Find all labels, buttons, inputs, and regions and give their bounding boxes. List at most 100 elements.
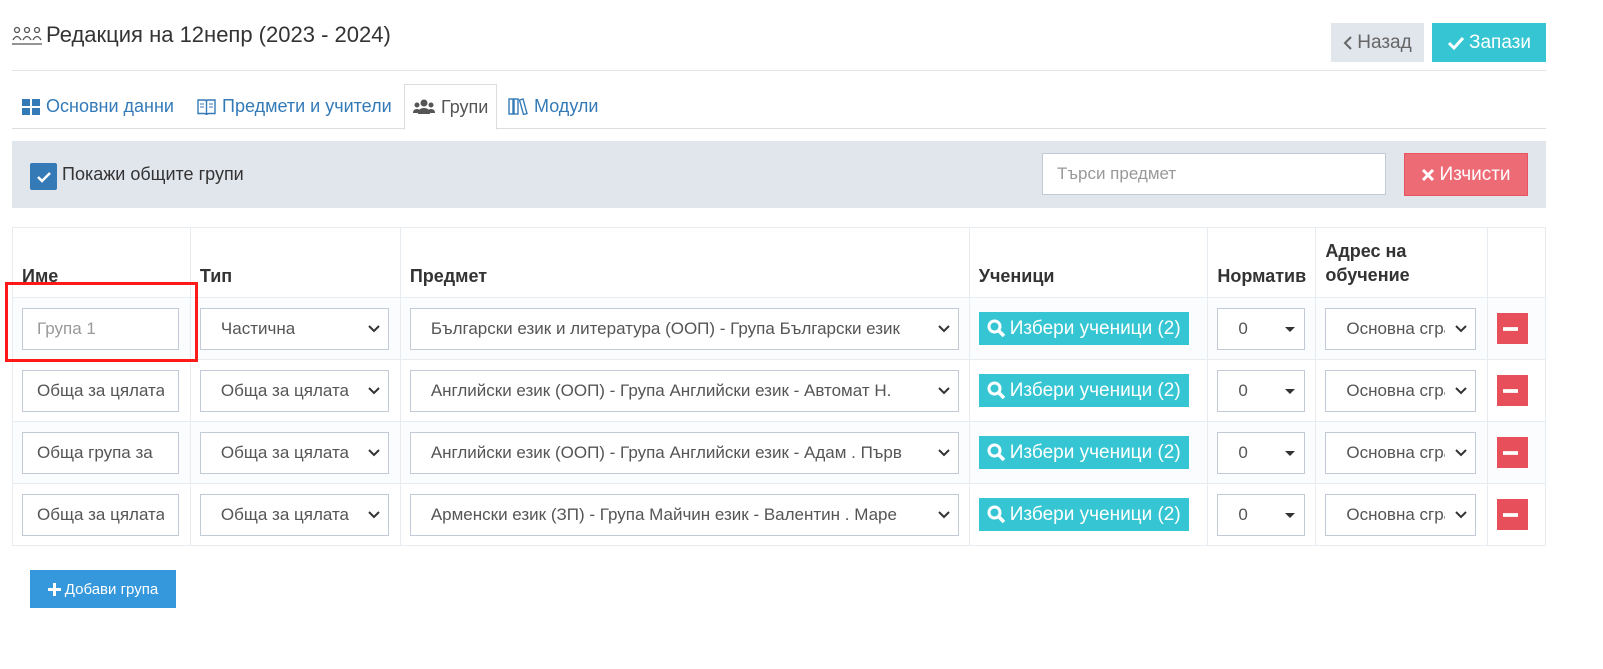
caret-down-icon [1285, 388, 1296, 394]
remove-group-button[interactable] [1497, 499, 1529, 530]
norm-select[interactable]: 0 [1217, 431, 1306, 474]
select-students-button[interactable]: Избери ученици (2) [978, 436, 1189, 469]
selected-value: Английски език (ООП) - Група Английски е… [430, 442, 902, 462]
selected-value: Арменски език (ЗП) - Група Майчин език -… [430, 504, 897, 524]
chevron-down-icon [938, 324, 950, 332]
header-address: Адрес на обучение [1315, 227, 1489, 298]
grid-icon [22, 98, 40, 115]
group-type-select[interactable]: Частична [199, 307, 389, 350]
group-name-input[interactable] [22, 307, 179, 350]
search-icon [987, 319, 1006, 338]
selected-value: 0 [1238, 318, 1248, 338]
chevron-left-icon [1343, 35, 1352, 50]
select-students-button[interactable]: Избери ученици (2) [978, 374, 1189, 407]
header-name: Име [12, 227, 191, 298]
back-button-label: Назад [1357, 31, 1412, 53]
header-norm: Норматив [1207, 227, 1317, 298]
table-row: Обща за цялата Арменски език (ЗП) - Груп… [12, 483, 1546, 546]
selected-value: Основна сграда [1346, 442, 1445, 462]
address-select[interactable]: Основна сграда [1325, 431, 1477, 474]
chevron-down-icon [1455, 324, 1468, 332]
remove-group-button[interactable] [1497, 313, 1529, 344]
minus-icon [1503, 450, 1519, 455]
norm-select[interactable]: 0 [1217, 369, 1306, 412]
group-type-select[interactable]: Обща за цялата [199, 493, 389, 536]
tab-label: Модули [534, 96, 599, 116]
header-actions [1487, 227, 1546, 298]
group-name-input[interactable] [22, 493, 179, 536]
groups-table: Име Тип Предмет Ученици Норматив Адрес н… [12, 227, 1546, 546]
group-type-select[interactable]: Обща за цялата [199, 369, 389, 412]
group-type-select[interactable]: Обща за цялата [199, 431, 389, 474]
header-students: Ученици [968, 227, 1209, 298]
add-group-button[interactable]: Добави група [30, 570, 176, 608]
selected-value: 0 [1238, 442, 1248, 462]
table-row: Частична Български език и литература (ОО… [12, 297, 1546, 360]
back-button[interactable]: Назад [1331, 23, 1424, 62]
search-icon [987, 443, 1006, 462]
selected-value: Основна сграда [1346, 318, 1445, 338]
minus-icon [1503, 388, 1519, 393]
add-group-label: Добави група [64, 580, 159, 598]
filter-bar: Покажи общите групи Изчисти [12, 141, 1546, 208]
tab-bar: Основни данни Предмети и учители Групи М… [12, 84, 1546, 130]
tab-modules[interactable]: Модули [500, 84, 606, 129]
select-students-button[interactable]: Избери ученици (2) [978, 312, 1189, 345]
tab-subjects-teachers[interactable]: Предмети и учители [189, 84, 400, 129]
chevron-down-icon [938, 448, 950, 456]
subject-select[interactable]: Арменски език (ЗП) - Група Майчин език -… [409, 493, 959, 536]
search-icon [987, 505, 1006, 524]
chevron-down-icon [1455, 510, 1468, 518]
selected-value: Обща за цялата [220, 504, 349, 524]
show-common-groups-checkbox[interactable] [30, 163, 57, 190]
show-common-groups-label[interactable]: Покажи общите групи [62, 164, 244, 185]
books-icon [508, 98, 528, 115]
norm-select[interactable]: 0 [1217, 493, 1306, 536]
subject-select[interactable]: Английски език (ООП) - Група Английски е… [409, 431, 959, 474]
remove-group-button[interactable] [1497, 375, 1529, 406]
close-icon [1422, 168, 1435, 181]
save-button[interactable]: Запази [1432, 23, 1546, 62]
remove-group-button[interactable] [1497, 437, 1529, 468]
page-header: Редакция на 12непр (2023 - 2024) [12, 22, 391, 48]
chevron-down-icon [368, 324, 380, 332]
address-select[interactable]: Основна сграда [1325, 307, 1477, 350]
select-students-label: Избери ученици (2) [1009, 379, 1181, 401]
chevron-down-icon [368, 448, 380, 456]
subject-select[interactable]: Английски език (ООП) - Група Английски е… [409, 369, 959, 412]
subject-search-input[interactable] [1042, 153, 1386, 195]
check-icon [36, 171, 51, 183]
chevron-down-icon [368, 510, 380, 518]
tab-label: Основни данни [46, 96, 174, 116]
tab-basic-data[interactable]: Основни данни [14, 84, 182, 129]
selected-value: Обща за цялата [220, 380, 349, 400]
subject-select[interactable]: Български език и литература (ООП) - Груп… [409, 307, 959, 350]
tab-groups[interactable]: Групи [404, 84, 498, 130]
chevron-down-icon [938, 510, 950, 518]
minus-icon [1503, 326, 1519, 331]
book-icon [197, 99, 216, 115]
address-select[interactable]: Основна сграда [1325, 493, 1477, 536]
select-students-label: Избери ученици (2) [1009, 317, 1181, 339]
table-row: Обща за цялата Английски език (ООП) - Гр… [12, 359, 1546, 422]
save-button-label: Запази [1468, 31, 1531, 53]
selected-value: Английски език (ООП) - Група Английски е… [430, 380, 892, 400]
table-row: Обща за цялата Английски език (ООП) - Гр… [12, 421, 1546, 484]
chevron-down-icon [368, 386, 380, 394]
chevron-down-icon [1455, 386, 1468, 394]
group-name-input[interactable] [22, 369, 179, 412]
header-divider [12, 70, 1546, 71]
selected-value: 0 [1238, 504, 1248, 524]
check-icon [1447, 36, 1465, 50]
address-select[interactable]: Основна сграда [1325, 369, 1477, 412]
users-outline-icon [12, 26, 42, 45]
selected-value: Основна сграда [1346, 504, 1445, 524]
select-students-button[interactable]: Избери ученици (2) [978, 498, 1189, 531]
caret-down-icon [1285, 450, 1296, 456]
clear-button[interactable]: Изчисти [1404, 153, 1528, 196]
group-name-input[interactable] [22, 431, 179, 474]
table-header-row: Име Тип Предмет Ученици Норматив Адрес н… [12, 227, 1546, 298]
norm-select[interactable]: 0 [1217, 307, 1306, 350]
selected-value: 0 [1238, 380, 1248, 400]
selected-value: Български език и литература (ООП) - Груп… [430, 318, 900, 338]
